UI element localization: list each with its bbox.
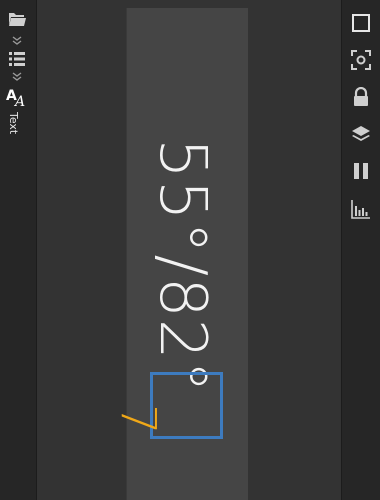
square-icon[interactable]: [350, 12, 372, 34]
text-tool-label[interactable]: Text: [7, 112, 20, 134]
pause-icon[interactable]: [350, 160, 372, 182]
chevron-down-icon[interactable]: [9, 72, 25, 82]
list-icon[interactable]: [6, 50, 28, 68]
folder-icon[interactable]: [6, 10, 28, 28]
lock-icon[interactable]: [350, 86, 372, 108]
focus-icon[interactable]: [350, 49, 372, 71]
left-toolbar: A A Text: [0, 0, 37, 500]
layers-icon[interactable]: [350, 123, 372, 145]
temperature-text[interactable]: 55°/82°: [145, 138, 219, 393]
selected-digit[interactable]: 7: [110, 404, 166, 435]
svg-text:A: A: [13, 94, 25, 108]
chevron-down-icon[interactable]: [9, 36, 25, 46]
text-style-icon[interactable]: A A: [6, 86, 28, 108]
right-toolbar: [341, 0, 380, 500]
histogram-icon[interactable]: [350, 198, 372, 220]
